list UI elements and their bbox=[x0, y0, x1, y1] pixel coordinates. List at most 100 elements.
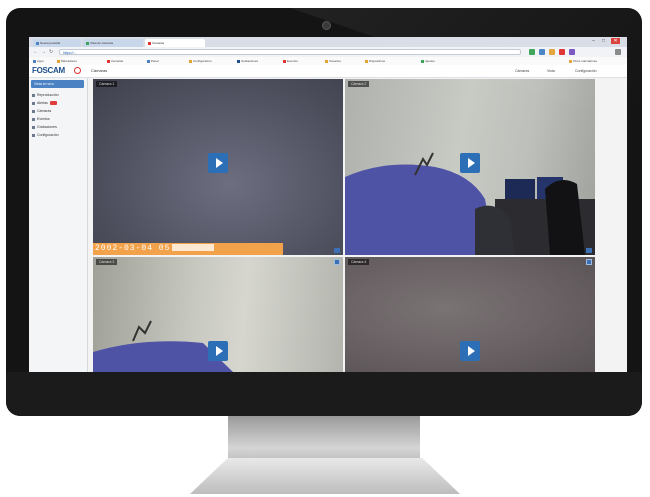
tab-label: Vista de cámaras bbox=[90, 41, 114, 45]
sidebar-item-label: Eventos bbox=[37, 117, 50, 121]
bookmark-icon bbox=[107, 59, 110, 63]
browser-tab-active[interactable]: Cámaras bbox=[145, 39, 205, 47]
monitor-stand-base bbox=[190, 458, 460, 494]
monitor-stand-neck bbox=[228, 416, 420, 462]
office-chair bbox=[545, 180, 585, 255]
bullet-icon bbox=[32, 117, 35, 121]
monitor-screen: Nueva pestaña Vista de cámaras Cámaras –… bbox=[29, 37, 627, 372]
sidebar-item-label: Reproducción bbox=[37, 93, 59, 97]
camera-tile-3[interactable]: Cámara 3 bbox=[93, 257, 343, 372]
bookmark-icon bbox=[237, 59, 240, 63]
tab-favicon-icon bbox=[36, 41, 39, 45]
bookmark-icon bbox=[57, 59, 60, 63]
bookmark-label: Apps bbox=[37, 59, 44, 63]
url-input[interactable]: https://... bbox=[59, 49, 521, 55]
sidebar-item-live-view[interactable]: Vista en vivo bbox=[31, 80, 84, 88]
bookmark-label: Panel bbox=[151, 59, 159, 63]
close-button[interactable]: ✕ bbox=[611, 38, 620, 44]
bookmark-icon bbox=[33, 59, 36, 63]
bookmark[interactable]: Marcadores bbox=[57, 58, 77, 64]
bookmark[interactable]: Usuarios bbox=[325, 58, 341, 64]
reload-icon[interactable]: ↻ bbox=[49, 49, 53, 55]
sidebar: Vista en vivo Reproducción Alertas Cámar… bbox=[29, 78, 88, 372]
sidebar-item[interactable]: Configuración bbox=[32, 132, 59, 138]
back-icon[interactable]: ← bbox=[33, 49, 38, 55]
play-icon[interactable] bbox=[460, 153, 480, 173]
extension-icon[interactable] bbox=[549, 49, 555, 55]
bookmark[interactable]: Grabaciones bbox=[237, 58, 258, 64]
forward-icon[interactable]: → bbox=[41, 49, 46, 55]
bookmark-icon bbox=[325, 59, 328, 63]
bookmark-label: Ajustes bbox=[425, 59, 435, 63]
monitor-chin bbox=[6, 372, 642, 416]
sidebar-item[interactable]: Eventos bbox=[32, 116, 50, 122]
fullscreen-icon[interactable] bbox=[586, 259, 592, 265]
extension-icon[interactable] bbox=[569, 49, 575, 55]
tab-label: Cámaras bbox=[152, 41, 165, 45]
blue-cloth bbox=[345, 164, 495, 255]
bookmark[interactable]: Dispositivos bbox=[365, 58, 385, 64]
bullet-icon bbox=[32, 133, 35, 137]
bullet-icon bbox=[32, 93, 35, 97]
bookmark-label: Otros marcadores bbox=[573, 59, 598, 63]
bookmark[interactable]: Cámaras bbox=[107, 58, 123, 64]
play-icon[interactable] bbox=[208, 153, 228, 173]
browser-tab[interactable]: Vista de cámaras bbox=[83, 39, 143, 47]
bookmark-label: Grabaciones bbox=[241, 59, 259, 63]
app-header: FOSCAM Cámaras Cámaras Vista Configuraci… bbox=[29, 65, 627, 78]
extension-icon[interactable] bbox=[529, 49, 535, 55]
bullet-icon bbox=[32, 101, 35, 105]
timeline-timestamp: 2002-03-04 05 bbox=[95, 244, 171, 253]
object-silhouette bbox=[132, 320, 152, 342]
bookmark-label: Marcadores bbox=[61, 59, 77, 63]
sidebar-item[interactable]: Cámaras bbox=[32, 108, 51, 114]
extension-icon[interactable] bbox=[539, 49, 545, 55]
sidebar-item-label: Cámaras bbox=[37, 109, 52, 113]
play-icon[interactable] bbox=[460, 341, 480, 361]
bookmark-icon bbox=[421, 59, 424, 63]
section-title: Cámaras bbox=[91, 68, 108, 73]
bookmark-label: Eventos bbox=[287, 59, 298, 63]
bookmark-icon bbox=[365, 59, 368, 63]
bookmark[interactable]: Otros marcadores bbox=[569, 58, 597, 64]
browser-tab[interactable]: Nueva pestaña bbox=[33, 39, 81, 47]
browser-tab-bar: Nueva pestaña Vista de cámaras Cámaras –… bbox=[29, 37, 627, 47]
bookmark-label: Dispositivos bbox=[369, 59, 386, 63]
tab-favicon-icon bbox=[86, 41, 89, 45]
bookmark[interactable]: Eventos bbox=[283, 58, 298, 64]
bookmark-label: Usuarios bbox=[329, 59, 341, 63]
fullscreen-icon[interactable] bbox=[334, 248, 340, 253]
desk-monitor bbox=[505, 179, 535, 199]
bookmark[interactable]: Panel bbox=[147, 58, 159, 64]
camera-tile-1[interactable]: Cámara 1 2002-03-04 05 bbox=[93, 79, 343, 255]
fullscreen-icon[interactable] bbox=[586, 248, 592, 253]
timeline-slider[interactable] bbox=[172, 244, 215, 252]
bookmark[interactable]: Ajustes bbox=[421, 58, 435, 64]
header-link[interactable]: Cámaras bbox=[515, 68, 529, 74]
timeline-bar[interactable]: 2002-03-04 05 bbox=[93, 243, 283, 255]
bullet-icon bbox=[32, 125, 35, 129]
menu-icon[interactable] bbox=[615, 49, 621, 55]
sidebar-item-label: Alertas bbox=[37, 101, 48, 105]
bookmark[interactable]: Configuración bbox=[189, 58, 212, 64]
sidebar-item-label: Configuración bbox=[37, 133, 59, 137]
bookmark-icon bbox=[147, 59, 150, 63]
camera-tile-2[interactable]: Cámara 2 bbox=[345, 79, 595, 255]
minimize-button[interactable]: – bbox=[589, 38, 598, 44]
tab-label: Nueva pestaña bbox=[40, 41, 61, 45]
webcam-icon bbox=[322, 21, 331, 30]
extension-icon[interactable] bbox=[559, 49, 565, 55]
sidebar-item-label: Grabaciones bbox=[37, 125, 57, 129]
camera-label: Cámara 1 bbox=[96, 81, 118, 87]
play-icon[interactable] bbox=[208, 341, 228, 361]
bookmark[interactable]: Apps bbox=[33, 58, 44, 64]
header-link[interactable]: Configuración bbox=[575, 68, 597, 74]
sidebar-item[interactable]: Grabaciones bbox=[32, 124, 57, 130]
maximize-button[interactable]: □ bbox=[599, 38, 608, 44]
sidebar-item[interactable]: Reproducción bbox=[32, 92, 59, 98]
sidebar-item[interactable]: Alertas bbox=[32, 100, 57, 106]
bookmark-label: Cámaras bbox=[111, 59, 124, 63]
bookmark-icon bbox=[569, 59, 572, 63]
header-link[interactable]: Vista bbox=[547, 68, 555, 74]
camera-tile-4[interactable]: Cámara 4 bbox=[345, 257, 595, 372]
